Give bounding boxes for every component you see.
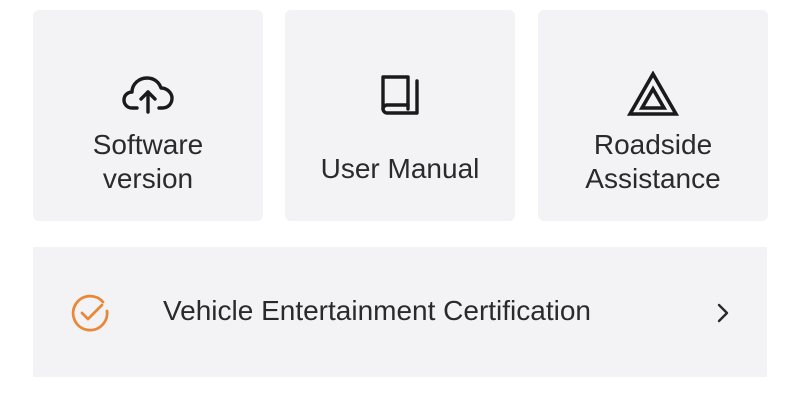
certification-label: Vehicle Entertainment Certification [163, 295, 591, 326]
settings-page: Software version User Manual Roadside As… [0, 0, 800, 413]
check-circle-icon [69, 292, 111, 334]
user-manual-label: User Manual [320, 153, 480, 184]
book-icon [374, 70, 426, 118]
roadside-assistance-label: Roadside Assistance [585, 129, 721, 194]
user-manual-tile[interactable]: User Manual [285, 10, 515, 221]
chevron-right-icon [715, 302, 731, 324]
cloud-upload-icon [122, 70, 174, 118]
warning-triangle-icon [627, 70, 679, 118]
software-version-label: Software version [92, 129, 204, 194]
roadside-assistance-tile[interactable]: Roadside Assistance [538, 10, 768, 221]
software-version-tile[interactable]: Software version [33, 10, 263, 221]
vehicle-entertainment-certification-row[interactable]: Vehicle Entertainment Certification [33, 247, 767, 377]
